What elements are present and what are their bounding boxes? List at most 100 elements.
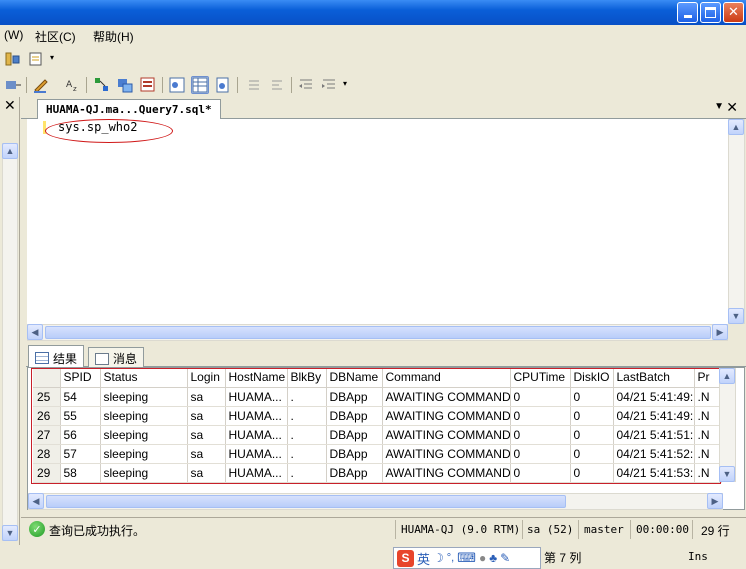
table-cell[interactable]: sleeping	[100, 387, 188, 407]
decrease-indent-button[interactable]	[297, 76, 315, 94]
uncomment-button[interactable]	[268, 76, 286, 94]
results-to-grid-button[interactable]	[191, 76, 209, 94]
grid-vertical-scrollbar[interactable]: ▲ ▼	[719, 368, 736, 482]
table-cell[interactable]: .N	[694, 387, 722, 407]
table-cell[interactable]: .	[287, 463, 327, 483]
row-number[interactable]: 29	[33, 463, 61, 483]
parse-button[interactable]: Az	[64, 76, 82, 94]
editor-horizontal-scrollbar[interactable]: ◀ ▶	[27, 324, 728, 341]
row-number[interactable]: 26	[33, 406, 61, 426]
table-cell[interactable]: DBApp	[326, 444, 383, 464]
table-cell[interactable]: 0	[510, 463, 571, 483]
table-cell[interactable]: sa	[187, 387, 226, 407]
table-cell[interactable]: sa	[187, 444, 226, 464]
column-header[interactable]: DiskIO	[570, 368, 614, 388]
table-cell[interactable]: sa	[187, 406, 226, 426]
query-options-button[interactable]	[116, 76, 134, 94]
wrench-icon[interactable]: ✎	[500, 551, 510, 565]
table-cell[interactable]: .	[287, 425, 327, 445]
table-cell[interactable]: 0	[570, 425, 614, 445]
display-plan-button[interactable]	[93, 76, 111, 94]
tab-query7[interactable]: HUAMA-QJ.ma...Query7.sql*	[37, 99, 221, 120]
column-header[interactable]: BlkBy	[287, 368, 327, 388]
moon-icon[interactable]: ☽	[433, 551, 444, 565]
menu-community[interactable]: 社区(C)	[35, 28, 76, 45]
table-cell[interactable]: AWAITING COMMAND	[382, 425, 511, 445]
column-header[interactable]: Command	[382, 368, 511, 388]
table-cell[interactable]: 0	[570, 444, 614, 464]
table-cell[interactable]: DBApp	[326, 387, 383, 407]
table-cell[interactable]: .	[287, 387, 327, 407]
tab-messages[interactable]: 消息	[88, 347, 145, 367]
scroll-left-icon[interactable]: ◀	[27, 324, 43, 340]
column-header[interactable]: DBName	[326, 368, 383, 388]
grid-horizontal-scrollbar[interactable]: ◀ ▶	[28, 493, 723, 510]
table-cell[interactable]: .	[287, 406, 327, 426]
table-cell[interactable]: 04/21 5:41:51:	[613, 425, 695, 445]
table-cell[interactable]: sleeping	[100, 444, 188, 464]
table-cell[interactable]: 56	[60, 425, 101, 445]
column-header[interactable]: Pr	[694, 368, 722, 388]
maximize-button[interactable]	[700, 2, 721, 23]
scroll-down-icon[interactable]: ▼	[728, 308, 744, 324]
close-window-button[interactable]: ✕	[723, 2, 744, 23]
include-plan-button[interactable]	[139, 76, 157, 94]
ime-logo-icon[interactable]: S	[397, 549, 414, 567]
table-cell[interactable]: 04/21 5:41:49:	[613, 387, 695, 407]
table-cell[interactable]: 54	[60, 387, 101, 407]
scroll-down-icon[interactable]: ▼	[2, 525, 18, 541]
editor-scroll-thumb[interactable]	[45, 326, 711, 339]
left-vertical-scrollbar[interactable]: ▲ ▼	[2, 143, 18, 541]
table-cell[interactable]: .N	[694, 444, 722, 464]
user-icon[interactable]: ●	[479, 551, 486, 565]
table-cell[interactable]: HUAMA...	[225, 406, 288, 426]
column-header[interactable]: HostName	[225, 368, 288, 388]
table-cell[interactable]: 0	[510, 387, 571, 407]
table-row[interactable]: 25 54 sleeping sa HUAMA... . DBApp AWAIT…	[33, 387, 722, 407]
table-cell[interactable]: AWAITING COMMAND	[382, 444, 511, 464]
column-header[interactable]: Status	[100, 368, 188, 388]
scroll-right-icon[interactable]: ▶	[712, 324, 728, 340]
scroll-up-icon[interactable]: ▲	[728, 119, 744, 135]
table-cell[interactable]: 0	[570, 406, 614, 426]
table-cell[interactable]: sa	[187, 425, 226, 445]
table-row[interactable]: 29 58 sleeping sa HUAMA... . DBApp AWAIT…	[33, 463, 722, 483]
edit-button[interactable]	[32, 76, 50, 94]
table-row[interactable]: 26 55 sleeping sa HUAMA... . DBApp AWAIT…	[33, 406, 722, 426]
table-cell[interactable]: .N	[694, 406, 722, 426]
table-cell[interactable]: HUAMA...	[225, 387, 288, 407]
table-cell[interactable]: .N	[694, 463, 722, 483]
ime-mode-toggle[interactable]: 英	[417, 549, 430, 568]
menu-window[interactable]: (W)	[4, 28, 23, 42]
grid-scroll-thumb[interactable]	[46, 495, 566, 508]
editor-vertical-scrollbar[interactable]: ▲ ▼	[728, 119, 745, 324]
table-cell[interactable]: 57	[60, 444, 101, 464]
table-row[interactable]: 28 57 sleeping sa HUAMA... . DBApp AWAIT…	[33, 444, 722, 464]
toolbar-overflow-icon[interactable]: ▾	[50, 54, 59, 66]
row-number[interactable]: 25	[33, 387, 61, 407]
scroll-down-icon[interactable]: ▼	[719, 466, 735, 482]
table-cell[interactable]: .	[287, 444, 327, 464]
table-cell[interactable]: sleeping	[100, 463, 188, 483]
table-cell[interactable]: DBApp	[326, 406, 383, 426]
table-cell[interactable]: 04/21 5:41:49:	[613, 406, 695, 426]
ime-toolbar[interactable]: S 英 ☽ °, ⌨ ● ♣ ✎	[393, 547, 541, 569]
change-connection-button[interactable]	[4, 76, 22, 94]
query-editor[interactable]: sys.sp_who2	[27, 119, 728, 324]
table-cell[interactable]: .N	[694, 425, 722, 445]
table-cell[interactable]: 0	[510, 425, 571, 445]
close-tab-icon[interactable]: ✕	[726, 100, 738, 116]
table-cell[interactable]: 55	[60, 406, 101, 426]
table-cell[interactable]: 58	[60, 463, 101, 483]
table-cell[interactable]: HUAMA...	[225, 444, 288, 464]
table-cell[interactable]: HUAMA...	[225, 425, 288, 445]
row-number[interactable]: 27	[33, 425, 61, 445]
table-cell[interactable]: 0	[570, 463, 614, 483]
scroll-right-icon[interactable]: ▶	[707, 493, 723, 509]
object-explorer-button[interactable]	[4, 50, 22, 68]
minimize-button[interactable]	[677, 2, 698, 23]
table-cell[interactable]: 0	[510, 406, 571, 426]
punctuation-icon[interactable]: °,	[447, 552, 454, 564]
results-to-file-button[interactable]	[214, 76, 232, 94]
tab-results[interactable]: 结果	[28, 345, 85, 368]
